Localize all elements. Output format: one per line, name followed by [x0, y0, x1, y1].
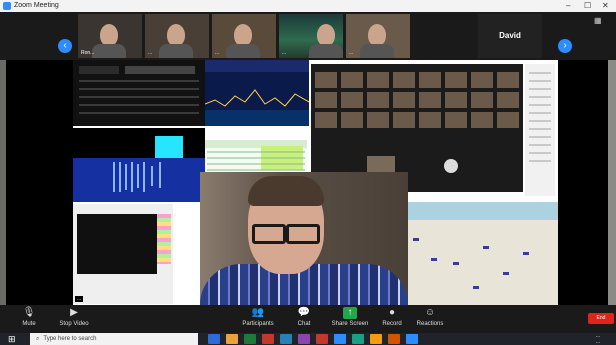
- participants-button[interactable]: 👥 Participants: [236, 307, 280, 327]
- reactions-button[interactable]: ☺ Reactions: [414, 307, 446, 327]
- logger-display: [77, 214, 157, 274]
- logger-status-text: ...: [75, 296, 84, 302]
- speaker-hair: [248, 176, 324, 206]
- participants-list-panel: [525, 64, 555, 196]
- participant-name: Ron...: [81, 50, 95, 56]
- taskbar-app-icon[interactable]: [262, 334, 274, 344]
- chat-icon: 💬: [297, 307, 311, 318]
- gallery-next-arrow-icon[interactable]: ›: [558, 39, 572, 53]
- taskbar-app-icon[interactable]: [226, 334, 238, 344]
- windows-taskbar: ⊞ ⌕ Type here to search ... ...: [0, 333, 616, 345]
- participants-label: Participants: [242, 321, 274, 327]
- waterfall-window: [73, 128, 205, 202]
- close-icon[interactable]: ✕: [602, 1, 609, 10]
- participant-face: [100, 24, 118, 46]
- record-button[interactable]: ● Record: [378, 307, 406, 327]
- participant-name: David: [499, 31, 521, 40]
- taskbar-app-icon[interactable]: [298, 334, 310, 344]
- participant-body: [226, 44, 260, 58]
- zoom-app-icon: [3, 2, 11, 10]
- participant-name: ...: [282, 50, 287, 56]
- participant-tile[interactable]: Ron...: [78, 14, 142, 58]
- participant-tile[interactable]: ...: [346, 14, 410, 58]
- background-left: [0, 60, 6, 305]
- speaker-glasses: [252, 224, 286, 244]
- clock-date: ...: [595, 339, 600, 345]
- participant-tile-david[interactable]: David: [478, 14, 542, 58]
- share-screen-button[interactable]: ↑ Share Screen: [330, 307, 370, 327]
- mute-button[interactable]: 🎙 Mute: [14, 307, 44, 327]
- meeting-toolbar: 🎙 Mute ▶ Stop Video 👥 Participants 💬 Cha…: [0, 305, 616, 333]
- minimize-icon[interactable]: –: [566, 1, 570, 10]
- taskbar-app-icon[interactable]: [352, 334, 364, 344]
- participant-tile[interactable]: ...: [279, 14, 343, 58]
- record-label: Record: [382, 321, 402, 327]
- taskbar-app-icon[interactable]: [316, 334, 328, 344]
- participant-tile[interactable]: ...: [212, 14, 276, 58]
- taskbar-app-icon[interactable]: [334, 334, 346, 344]
- logger-window: ...: [73, 204, 173, 304]
- participant-face: [317, 24, 335, 46]
- stop-video-button[interactable]: ▶ Stop Video: [52, 307, 96, 327]
- participant-body: [92, 44, 126, 58]
- participant-name: ...: [349, 50, 354, 56]
- participant-name: ...: [215, 50, 220, 56]
- participant-tile[interactable]: ...: [145, 14, 209, 58]
- view-grid-icon[interactable]: ▦: [594, 16, 602, 25]
- stop-video-label: Stop Video: [59, 321, 89, 327]
- participant-body: [309, 44, 343, 58]
- background-right: [608, 60, 616, 305]
- share-screen-label: Share Screen: [331, 321, 369, 327]
- reactions-label: Reactions: [416, 321, 444, 327]
- end-meeting-button[interactable]: End: [588, 313, 614, 324]
- share-screen-icon: ↑: [343, 307, 357, 319]
- participant-gallery-strip: ‹ Ron... ... ... ... ... David ›: [0, 12, 616, 60]
- highlight-panel: [155, 136, 183, 158]
- participant-body: [159, 44, 193, 58]
- reactions-icon: ☺: [424, 307, 436, 318]
- windows-start-icon[interactable]: ⊞: [8, 334, 18, 344]
- participant-body: [360, 44, 394, 58]
- chat-label: Chat: [297, 321, 311, 327]
- participant-face: [234, 24, 252, 46]
- participant-name: ...: [148, 50, 153, 56]
- microphone-icon: 🎙: [22, 307, 36, 318]
- mute-label: Mute: [22, 321, 36, 327]
- search-placeholder: Type here to search: [43, 336, 97, 342]
- video-camera-icon: ▶: [70, 307, 78, 318]
- radio-software-window: [73, 60, 205, 126]
- spectrum-display-window: [205, 60, 309, 126]
- taskbar-app-icon[interactable]: [370, 334, 382, 344]
- taskbar-clock[interactable]: ... ...: [560, 333, 600, 345]
- window-title-bar: Zoom Meeting – ☐ ✕: [0, 0, 616, 12]
- taskbar-app-icon[interactable]: [244, 334, 256, 344]
- maximize-icon[interactable]: ☐: [584, 1, 591, 10]
- record-icon: ●: [388, 307, 396, 318]
- taskbar-search-box[interactable]: ⌕ Type here to search: [30, 333, 198, 345]
- participant-face: [167, 24, 185, 46]
- window-title: Zoom Meeting: [14, 2, 59, 9]
- speaker-glasses: [286, 224, 320, 244]
- taskbar-app-icon[interactable]: [208, 334, 220, 344]
- search-icon: ⌕: [36, 336, 40, 342]
- chat-button[interactable]: 💬 Chat: [292, 307, 316, 327]
- active-speaker-video: [200, 172, 408, 305]
- participant-face: [368, 24, 386, 46]
- participants-icon: 👥: [251, 307, 265, 318]
- taskbar-zoom-icon[interactable]: [406, 334, 418, 344]
- gallery-prev-arrow-icon[interactable]: ‹: [58, 39, 72, 53]
- taskbar-app-icon[interactable]: [388, 334, 400, 344]
- taskbar-app-icon[interactable]: [280, 334, 292, 344]
